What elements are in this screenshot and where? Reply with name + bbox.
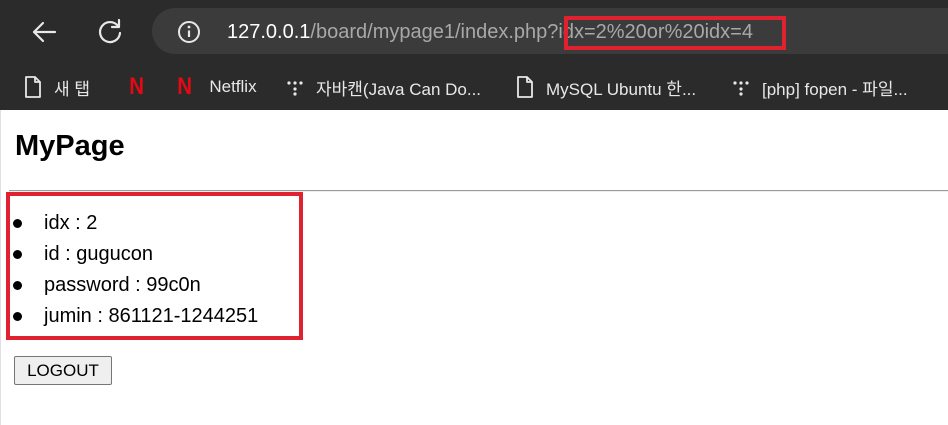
page-icon (25, 76, 41, 98)
bookmark-label: 자바캔(Java Can Do... (316, 79, 482, 99)
bookmark-new-tab[interactable]: 새 탭 (24, 64, 90, 110)
query-highlight-box (564, 16, 786, 50)
user-info-text: jumin : 861121-1244251 (44, 305, 259, 327)
bookmark-mysql-ubuntu[interactable]: MySQL Ubuntu 한... (516, 64, 696, 110)
logout-button[interactable]: LOGOUT (14, 356, 112, 385)
url-path: /board/mypage1/index.php? (310, 21, 559, 43)
info-icon[interactable] (177, 20, 201, 44)
user-info-list: idx : 2 id : gugucon password : 99c0n ju… (1, 208, 258, 332)
bullet-icon (13, 281, 22, 290)
bookmarks-bar: 새 탭 N N Netflix 자바캔(Java Can Do... MySQL… (0, 64, 948, 110)
bookmark-label: Netflix (209, 77, 257, 96)
netflix-icon: N (129, 73, 145, 100)
reload-icon (98, 18, 122, 44)
dots-icon (733, 81, 749, 96)
bookmark-label: MySQL Ubuntu 한... (546, 79, 697, 99)
bookmark-label: [php] fopen - 파일... (762, 79, 908, 99)
netflix-icon: N (177, 73, 193, 100)
user-info-text: idx : 2 (44, 212, 98, 234)
user-info-text: password : 99c0n (44, 274, 201, 296)
list-item: jumin : 861121-1244251 (1, 301, 258, 332)
dots-icon (287, 81, 303, 96)
list-item: idx : 2 (1, 208, 258, 239)
bookmark-netflix-icon-only[interactable]: N (128, 64, 145, 110)
back-button[interactable] (24, 12, 64, 52)
url-host: 127.0.0.1 (227, 21, 311, 43)
bullet-icon (13, 312, 22, 321)
bullet-icon (13, 250, 22, 259)
arrow-left-icon (32, 21, 57, 43)
browser-toolbar: 127.0.0.1/board/mypage1/index.php?idx=2%… (0, 0, 948, 64)
bookmark-label: 새 탭 (54, 79, 91, 99)
page-title: MyPage (15, 130, 125, 162)
bookmark-javacan[interactable]: 자바캔(Java Can Do... (286, 64, 481, 110)
page-icon (517, 76, 533, 98)
list-item: password : 99c0n (1, 270, 258, 301)
user-info-text: id : gugucon (44, 243, 153, 265)
reload-button[interactable] (90, 12, 130, 52)
list-item: id : gugucon (1, 239, 258, 270)
page-content: MyPage idx : 2 id : gugucon password : 9… (0, 110, 948, 425)
bookmark-php-fopen[interactable]: [php] fopen - 파일... (732, 64, 908, 110)
bullet-icon (13, 219, 22, 228)
bookmark-netflix[interactable]: N Netflix (176, 64, 257, 110)
